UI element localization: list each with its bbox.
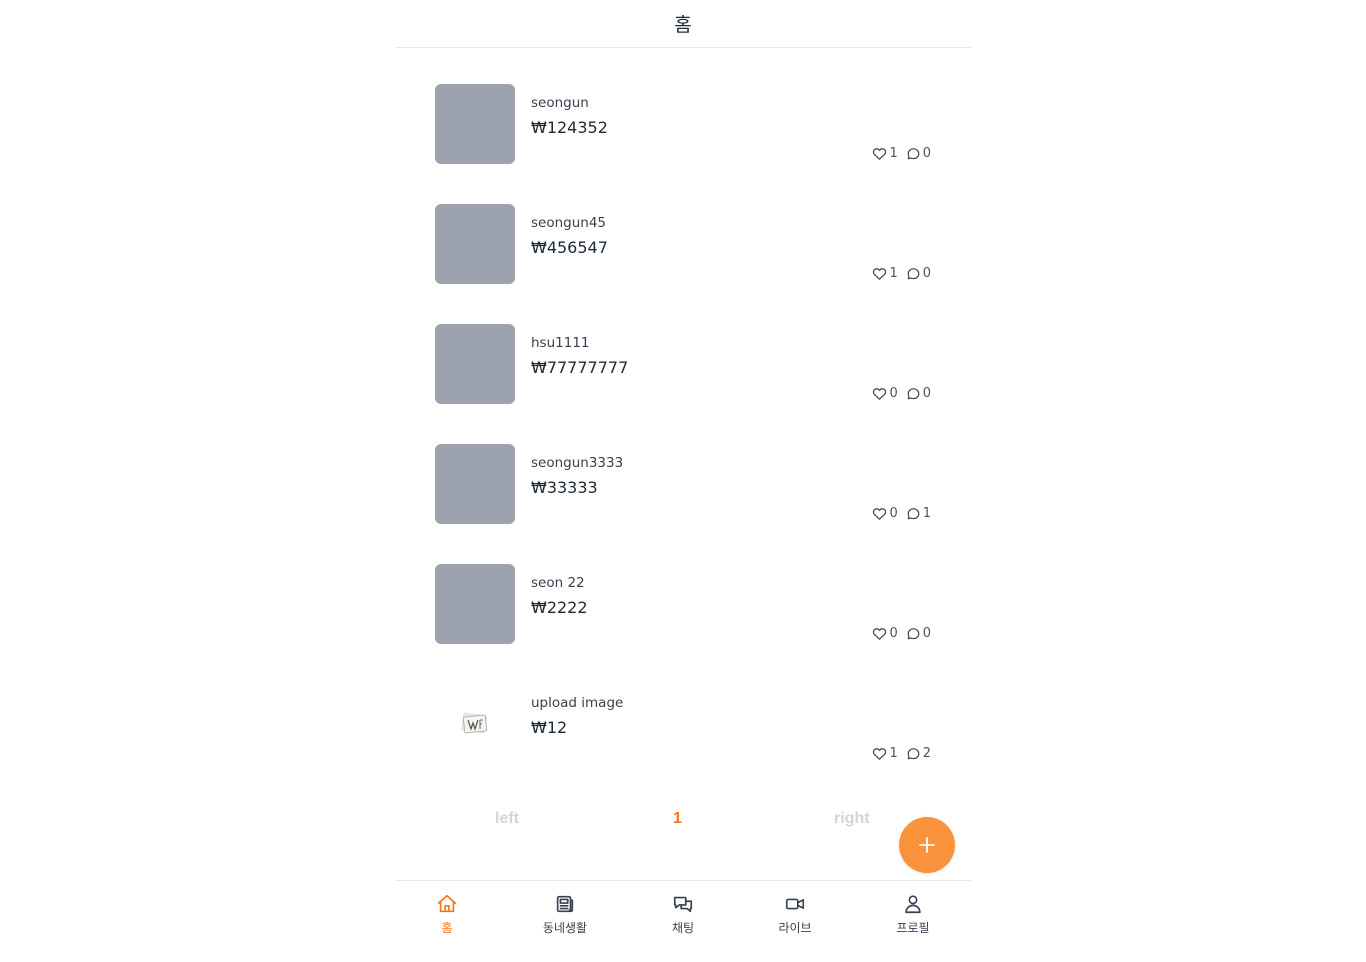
product-item[interactable]: hsu1111 ₩77777777 0 0	[435, 324, 931, 404]
product-list: seongun ₩124352 1 0 seongun45 ₩456547 1 …	[435, 84, 931, 804]
product-thumbnail	[435, 444, 515, 524]
plus-icon	[919, 837, 935, 853]
like-count: 1	[872, 146, 898, 161]
add-product-button[interactable]	[899, 817, 955, 873]
like-count: 0	[872, 626, 898, 641]
like-count: 1	[872, 746, 898, 761]
product-seller: seongun	[531, 95, 589, 111]
comment-count: 2	[906, 746, 931, 761]
app-frame: 홈 seongun ₩124352 1 0 seongun45 ₩456547	[395, 0, 971, 961]
like-count-value: 0	[889, 506, 898, 521]
heart-icon	[873, 507, 887, 520]
product-thumbnail	[435, 204, 515, 284]
chat-bubble-icon	[907, 387, 920, 399]
tab-profile[interactable]: 프로필	[863, 893, 963, 936]
tab-chat-label: 채팅	[671, 921, 695, 935]
heart-icon	[873, 747, 887, 760]
product-seller: seongun45	[531, 215, 607, 231]
heart-icon	[873, 387, 887, 400]
product-thumbnail	[435, 84, 515, 164]
uploaded-photo	[461, 712, 488, 734]
product-price: ₩77777777	[531, 358, 629, 377]
page-header: 홈	[395, 0, 971, 48]
pagination: left 1 right	[395, 808, 971, 832]
product-thumbnail	[435, 324, 515, 404]
chat-bubble-icon	[907, 267, 920, 279]
comment-count: 0	[906, 146, 931, 161]
product-stats: 1 0	[864, 146, 931, 161]
page-title: 홈	[674, 14, 692, 36]
tab-live-label: 라이브	[778, 921, 812, 935]
product-price: ₩124352	[531, 118, 608, 137]
chat-bubble-icon	[907, 147, 920, 159]
comment-count: 0	[906, 386, 931, 401]
product-stats: 0 1	[864, 506, 931, 521]
pagination-next-button[interactable]: right	[834, 810, 870, 828]
product-thumbnail	[435, 684, 515, 764]
comment-count-value: 1	[922, 506, 931, 521]
like-count-value: 1	[889, 266, 898, 281]
comment-count: 1	[906, 506, 931, 521]
comment-count-value: 2	[922, 746, 931, 761]
video-camera-icon	[785, 898, 805, 910]
product-stats: 0 0	[864, 626, 931, 641]
like-count-value: 0	[889, 386, 898, 401]
like-count-value: 1	[889, 146, 898, 161]
product-seller: seon 22	[531, 575, 585, 591]
pagination-current-page[interactable]: 1	[673, 810, 682, 828]
newspaper-icon	[556, 895, 574, 913]
tab-live[interactable]: 라이브	[745, 893, 845, 936]
heart-icon	[873, 627, 887, 640]
tab-home-label: 홈	[441, 921, 453, 935]
chat-bubble-icon	[907, 627, 920, 639]
comment-count-value: 0	[922, 266, 931, 281]
product-stats: 1 2	[864, 746, 931, 761]
comment-count: 0	[906, 266, 931, 281]
product-thumbnail	[435, 564, 515, 644]
heart-icon	[873, 267, 887, 280]
user-icon	[905, 895, 921, 914]
tab-chat[interactable]: 채팅	[633, 893, 733, 936]
heart-icon	[873, 147, 887, 160]
product-item[interactable]: seongun3333 ₩33333 0 1	[435, 444, 931, 524]
product-item[interactable]: seongun ₩124352 1 0	[435, 84, 931, 164]
like-count-value: 0	[889, 626, 898, 641]
pagination-prev-button[interactable]: left	[495, 810, 519, 828]
product-seller: seongun3333	[531, 455, 624, 471]
comment-count-value: 0	[922, 146, 931, 161]
tab-neighborhood-label: 동네생활	[542, 921, 588, 935]
like-count: 0	[872, 506, 898, 521]
like-count-value: 1	[889, 746, 898, 761]
comment-count: 0	[906, 626, 931, 641]
like-count: 0	[872, 386, 898, 401]
product-stats: 1 0	[864, 266, 931, 281]
product-price: ₩12	[531, 718, 568, 737]
product-seller: upload image	[531, 695, 624, 711]
product-price: ₩33333	[531, 478, 598, 497]
like-count: 1	[872, 266, 898, 281]
product-item[interactable]: seon 22 ₩2222 0 0	[435, 564, 931, 644]
chat-bubbles-icon	[673, 896, 693, 913]
comment-count-value: 0	[922, 386, 931, 401]
home-icon	[437, 894, 457, 913]
product-price: ₩2222	[531, 598, 588, 617]
bottom-tab-bar: 홈 동네생활 채팅 라이브 프로필	[395, 880, 971, 962]
product-item[interactable]: seongun45 ₩456547 1 0	[435, 204, 931, 284]
tab-profile-label: 프로필	[896, 921, 930, 935]
product-stats: 0 0	[864, 386, 931, 401]
comment-count-value: 0	[922, 626, 931, 641]
chat-bubble-icon	[907, 747, 920, 759]
chat-bubble-icon	[907, 507, 920, 519]
product-item[interactable]: upload image ₩12 1 2	[435, 684, 931, 764]
product-price: ₩456547	[531, 238, 608, 257]
product-seller: hsu1111	[531, 335, 590, 351]
tab-home[interactable]: 홈	[397, 893, 497, 936]
tab-neighborhood[interactable]: 동네생활	[515, 893, 615, 936]
